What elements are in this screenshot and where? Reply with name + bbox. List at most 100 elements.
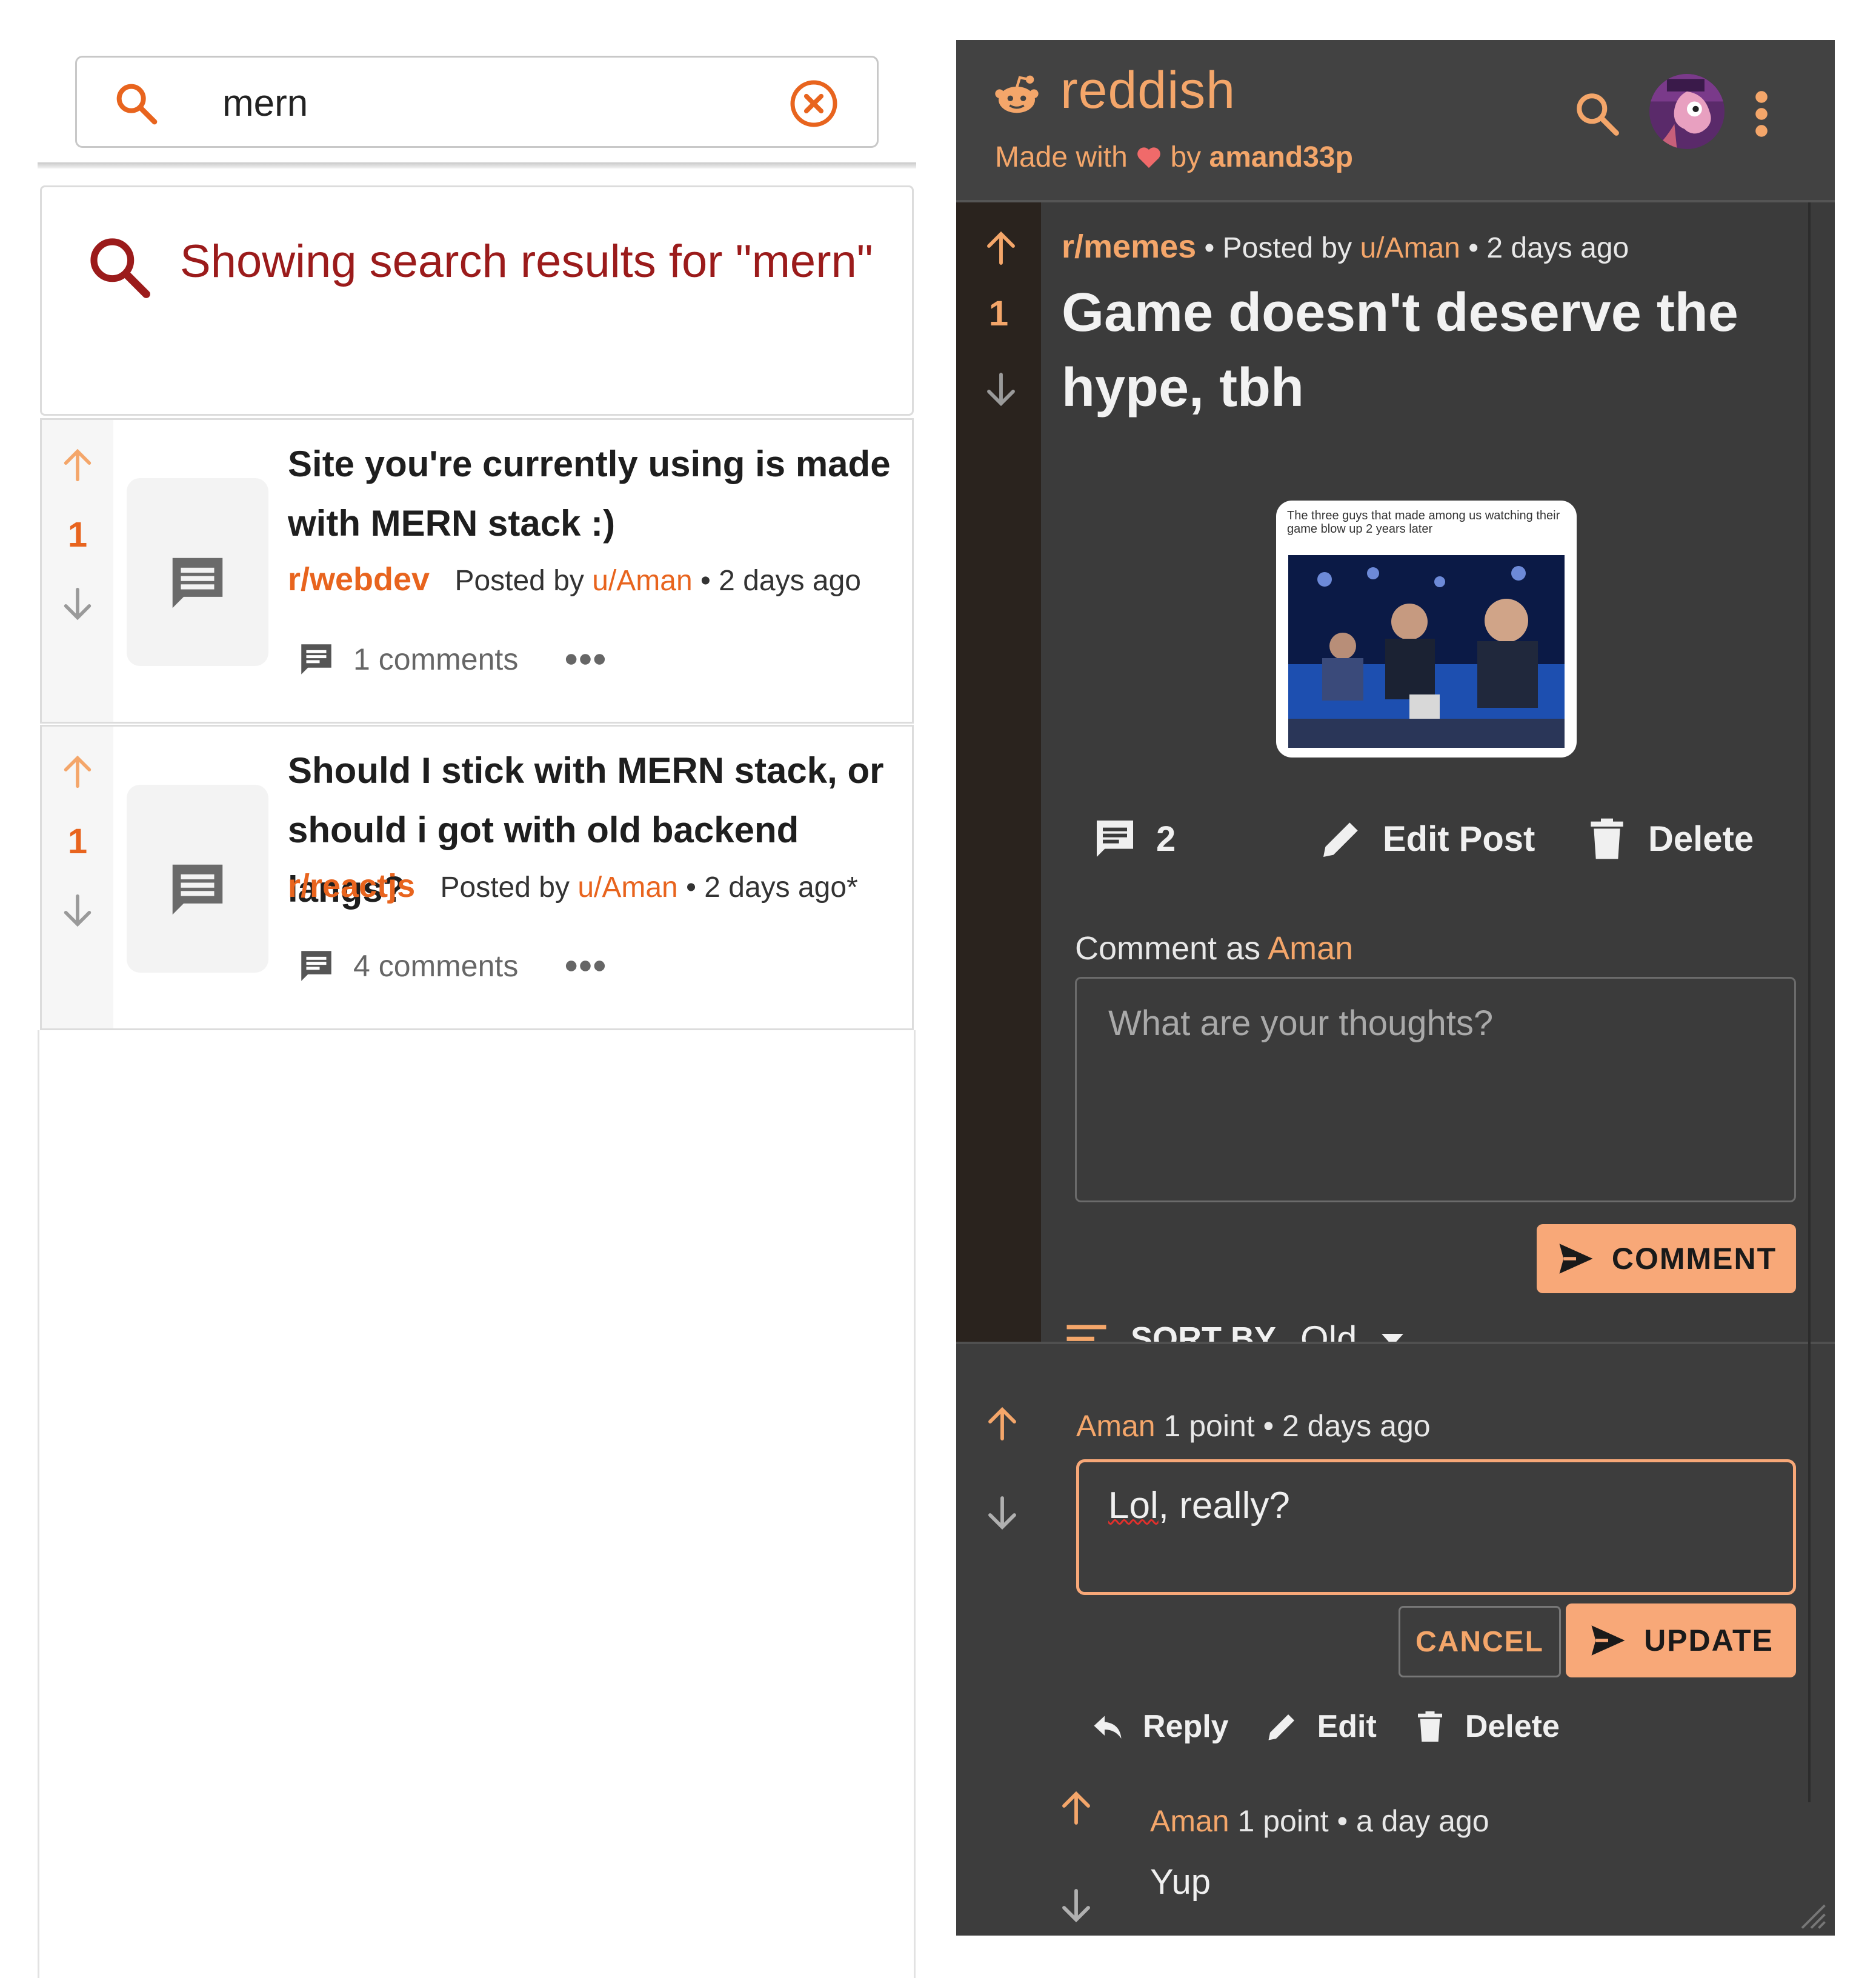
subreddit-link[interactable]: r/webdev xyxy=(288,561,430,598)
comment-time: • a day ago xyxy=(1337,1804,1489,1838)
posted-by-label: Posted by xyxy=(440,871,570,904)
comment-author[interactable]: Aman xyxy=(1076,1409,1156,1443)
comments-section: Aman 1 point • 2 days ago Lol, really? C… xyxy=(956,1344,1835,1936)
comment-icon xyxy=(301,951,331,981)
search-bar[interactable]: mern xyxy=(75,56,879,148)
comment-count: 2 xyxy=(1156,819,1176,859)
comments-count[interactable]: 1 comments xyxy=(353,642,518,677)
post-thumbnail[interactable] xyxy=(127,478,268,666)
subreddit-link[interactable]: r/reactjs xyxy=(288,868,415,904)
post-actions: 2 Edit Post Delete xyxy=(1091,808,1818,869)
search-results-panel: mern Showing search results for "mern" 1 xyxy=(38,0,916,1978)
post-time: • 2 days ago xyxy=(1468,232,1629,264)
edit-comment-button[interactable]: Edit xyxy=(1264,1708,1377,1745)
search-icon xyxy=(90,238,150,298)
send-icon xyxy=(1559,1244,1593,1274)
edit-post-button[interactable]: Edit Post xyxy=(1317,808,1535,869)
comment-submit-button[interactable]: COMMENT xyxy=(1537,1224,1796,1293)
edit-post-label: Edit Post xyxy=(1383,819,1535,859)
downvote-icon[interactable] xyxy=(982,370,1020,408)
author-link[interactable]: amand33p xyxy=(1209,141,1353,173)
comment-author[interactable]: Aman xyxy=(1150,1804,1229,1838)
post-detail: 1 r/memes • Posted by u/Aman • 2 days ag… xyxy=(956,202,1835,1368)
upvote-icon[interactable] xyxy=(982,229,1020,268)
delete-post-button[interactable]: Delete xyxy=(1583,808,1754,869)
delete-label: Delete xyxy=(1465,1709,1560,1744)
post-time: • 2 days ago xyxy=(700,565,861,597)
reply-label: Reply xyxy=(1143,1709,1229,1744)
update-button[interactable]: UPDATE xyxy=(1566,1603,1796,1677)
comment-header: Aman 1 point • 2 days ago xyxy=(1076,1408,1431,1444)
send-icon xyxy=(1591,1625,1625,1656)
comment-time: • 2 days ago xyxy=(1263,1409,1431,1443)
user-avatar[interactable] xyxy=(1649,74,1725,149)
downvote-icon[interactable] xyxy=(983,1493,1022,1532)
post-title: Game doesn't deserve the hype, tbh xyxy=(1062,282,1738,418)
post-meta: r/webdev Posted by u/Aman • 2 days ago xyxy=(288,561,861,598)
comment-placeholder: What are your thoughts? xyxy=(1108,1004,1494,1043)
scrollbar-track[interactable] xyxy=(1808,202,1811,1802)
message-icon xyxy=(172,864,223,915)
comments-count[interactable]: 4 comments xyxy=(353,948,518,984)
vote-score: 1 xyxy=(988,294,1009,333)
reddit-logo-icon[interactable] xyxy=(993,72,1041,120)
search-bar-shadow xyxy=(38,162,916,168)
comment-count-button[interactable]: 2 xyxy=(1091,808,1176,869)
trash-icon xyxy=(1591,818,1623,859)
comment-textarea[interactable]: What are your thoughts? xyxy=(1075,977,1796,1202)
image-caption: The three guys that made among us watchi… xyxy=(1287,509,1560,536)
app-name[interactable]: reddish xyxy=(1060,61,1236,121)
vote-score: 1 xyxy=(67,515,88,554)
more-vert-icon[interactable] xyxy=(1752,88,1771,139)
reply-button[interactable]: Reply xyxy=(1089,1708,1229,1745)
made-with-label: Made with xyxy=(995,141,1128,173)
post-meta: r/memes • Posted by u/Aman • 2 days ago xyxy=(1062,228,1629,265)
reply-body: Yup xyxy=(1150,1862,1211,1902)
comment-points: 1 point xyxy=(1237,1804,1329,1838)
upvote-icon[interactable] xyxy=(59,447,96,484)
more-options-icon[interactable] xyxy=(564,650,607,668)
downvote-icon[interactable] xyxy=(59,585,96,622)
cancel-button[interactable]: CANCEL xyxy=(1399,1606,1561,1677)
vote-column: 1 xyxy=(42,727,113,1028)
comment-as-text: Comment as xyxy=(1075,930,1261,967)
posted-by-label: • Posted by xyxy=(1204,232,1352,264)
post-time: • 2 days ago* xyxy=(686,871,858,904)
search-icon xyxy=(116,84,158,125)
by-label: by xyxy=(1170,141,1202,173)
resize-grip-icon[interactable] xyxy=(1796,1899,1826,1930)
post-actions: 1 comments xyxy=(296,638,607,681)
downvote-icon[interactable] xyxy=(1057,1886,1096,1925)
user-link[interactable]: u/Aman xyxy=(592,565,692,597)
comment-edit-rest: , really? xyxy=(1158,1485,1290,1527)
clear-search-icon[interactable] xyxy=(788,78,839,129)
comment-submit-label: COMMENT xyxy=(1611,1242,1777,1276)
screenshot-root: mern Showing search results for "mern" 1 xyxy=(0,0,1876,1978)
search-result-card[interactable]: 1 Should I stick with MERN stack, or sho… xyxy=(40,725,914,1030)
comment-actions: Reply Edit Delete xyxy=(1089,1699,1595,1754)
post-vote-column: 1 xyxy=(956,202,1041,1342)
delete-comment-button[interactable]: Delete xyxy=(1412,1708,1560,1745)
upvote-icon[interactable] xyxy=(983,1405,1022,1444)
search-result-card[interactable]: 1 Site you're currently using is made wi… xyxy=(40,418,914,724)
update-label: UPDATE xyxy=(1644,1623,1774,1657)
comment-edit-text: Lol, really? xyxy=(1108,1484,1290,1527)
subreddit-link[interactable]: r/memes xyxy=(1062,228,1196,265)
upvote-icon[interactable] xyxy=(59,753,96,791)
search-input[interactable]: mern xyxy=(222,79,308,128)
post-meta: r/reactjs Posted by u/Aman • 2 days ago* xyxy=(288,867,858,905)
vote-score: 1 xyxy=(67,822,88,861)
user-link[interactable]: u/Aman xyxy=(1360,232,1460,264)
search-icon[interactable] xyxy=(1572,88,1623,139)
panel-border xyxy=(38,1030,39,1978)
post-image[interactable]: The three guys that made among us watchi… xyxy=(1276,501,1577,758)
post-title[interactable]: Site you're currently using is made with… xyxy=(288,435,912,553)
more-options-icon[interactable] xyxy=(564,957,607,975)
post-thumbnail[interactable] xyxy=(127,785,268,973)
downvote-icon[interactable] xyxy=(59,891,96,929)
user-link[interactable]: u/Aman xyxy=(577,871,677,904)
comment-edit-textarea[interactable]: Lol, really? xyxy=(1076,1459,1796,1595)
comment-as-user[interactable]: Aman xyxy=(1268,930,1353,967)
upvote-icon[interactable] xyxy=(1057,1789,1096,1828)
post-page-panel: reddish Made with by amand33p 1 r/memes … xyxy=(956,40,1835,1936)
